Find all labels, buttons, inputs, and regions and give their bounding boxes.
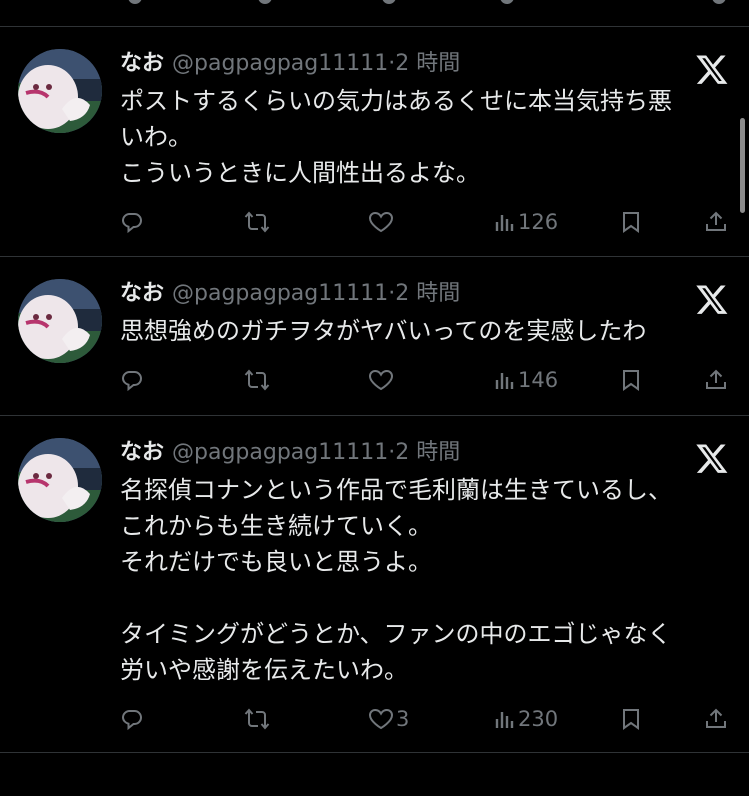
views-icon xyxy=(500,0,514,4)
bookmark-icon xyxy=(623,370,639,391)
share-icon xyxy=(706,708,726,728)
post-2[interactable]: なお @pagpagpag11111·2 時間 思想強めのガチヲタがヤバいってのを… xyxy=(0,257,749,416)
share-button[interactable] xyxy=(704,365,728,395)
avatar[interactable] xyxy=(18,49,102,133)
post-text: 思想強めのガチヲタがヤバいってのを実感したわ xyxy=(120,317,647,345)
heart-icon xyxy=(382,0,396,4)
share-icon xyxy=(712,0,726,4)
view-count: 146 xyxy=(518,368,559,392)
post-header: なお @pagpagpag11111·2 時間 xyxy=(120,279,460,309)
display-name[interactable]: なお xyxy=(120,281,164,306)
views-icon xyxy=(495,215,514,231)
reply-icon xyxy=(121,710,143,731)
repost-icon xyxy=(244,369,270,391)
avatar[interactable] xyxy=(18,438,102,522)
display-name[interactable]: なお xyxy=(120,440,164,465)
reply-button[interactable] xyxy=(120,207,144,237)
previous-post-clipped xyxy=(0,0,749,27)
bookmark-icon xyxy=(623,709,639,730)
post-header: なお @pagpagpag11111·2 時間 xyxy=(120,49,460,79)
views-icon xyxy=(495,373,514,389)
heart-icon xyxy=(368,211,394,233)
action-bar: 126 xyxy=(0,207,749,237)
post-header: なお @pagpagpag11111·2 時間 xyxy=(120,438,460,468)
share-button[interactable] xyxy=(704,704,728,734)
scrollbar[interactable] xyxy=(740,118,745,213)
views-button[interactable]: 126 xyxy=(494,207,558,237)
user-handle[interactable]: @pagpagpag11111 xyxy=(172,281,388,306)
user-handle[interactable]: @pagpagpag11111 xyxy=(172,51,388,76)
view-count: 126 xyxy=(518,210,559,234)
action-bar: 3 230 xyxy=(0,704,749,734)
timestamp[interactable]: 2 時間 xyxy=(395,440,460,465)
views-button[interactable]: 146 xyxy=(494,365,558,395)
like-button[interactable]: 3 xyxy=(368,704,409,734)
post-1[interactable]: なお @pagpagpag11111·2 時間 ポストするくらいの気力はあるくせに… xyxy=(0,27,749,257)
repost-icon xyxy=(244,211,270,233)
repost-icon xyxy=(258,0,272,4)
action-bar: 146 xyxy=(0,365,749,395)
bookmark-button[interactable] xyxy=(620,207,642,237)
post-text: 名探偵コナンという作品で毛利蘭は生きているし、 これからも生き続けていく。 それ… xyxy=(120,476,672,684)
post-3[interactable]: なお @pagpagpag11111·2 時間 名探偵コナンという作品で毛利蘭は生… xyxy=(0,416,749,753)
user-handle[interactable]: @pagpagpag11111 xyxy=(172,440,388,465)
x-logo-icon[interactable] xyxy=(695,52,729,86)
bookmark-icon xyxy=(623,212,639,233)
reply-button[interactable] xyxy=(120,365,144,395)
timestamp[interactable]: 2 時間 xyxy=(395,281,460,306)
post-text: ポストするくらいの気力はあるくせに本当気持ち悪 いわ。 こういうときに人間性出る… xyxy=(120,87,672,187)
like-count: 3 xyxy=(396,707,410,731)
display-name[interactable]: なお xyxy=(120,51,164,76)
reply-icon xyxy=(121,213,143,234)
share-button[interactable] xyxy=(704,207,728,237)
share-icon xyxy=(706,211,726,231)
heart-icon xyxy=(368,369,394,391)
repost-icon xyxy=(244,708,270,730)
like-button[interactable] xyxy=(368,207,396,237)
heart-icon xyxy=(368,708,394,730)
share-icon xyxy=(706,369,726,389)
x-logo-icon[interactable] xyxy=(695,441,729,475)
x-logo-icon[interactable] xyxy=(695,282,729,316)
reply-icon xyxy=(128,0,142,4)
avatar[interactable] xyxy=(18,279,102,363)
bookmark-button[interactable] xyxy=(620,704,642,734)
timestamp[interactable]: 2 時間 xyxy=(395,51,460,76)
reply-button[interactable] xyxy=(120,704,144,734)
bookmark-button[interactable] xyxy=(620,365,642,395)
repost-button[interactable] xyxy=(244,207,270,237)
repost-button[interactable] xyxy=(244,704,270,734)
views-icon xyxy=(495,712,514,728)
like-button[interactable] xyxy=(368,365,396,395)
repost-button[interactable] xyxy=(244,365,270,395)
reply-icon xyxy=(121,371,143,392)
view-count: 230 xyxy=(518,707,559,731)
views-button[interactable]: 230 xyxy=(494,704,558,734)
